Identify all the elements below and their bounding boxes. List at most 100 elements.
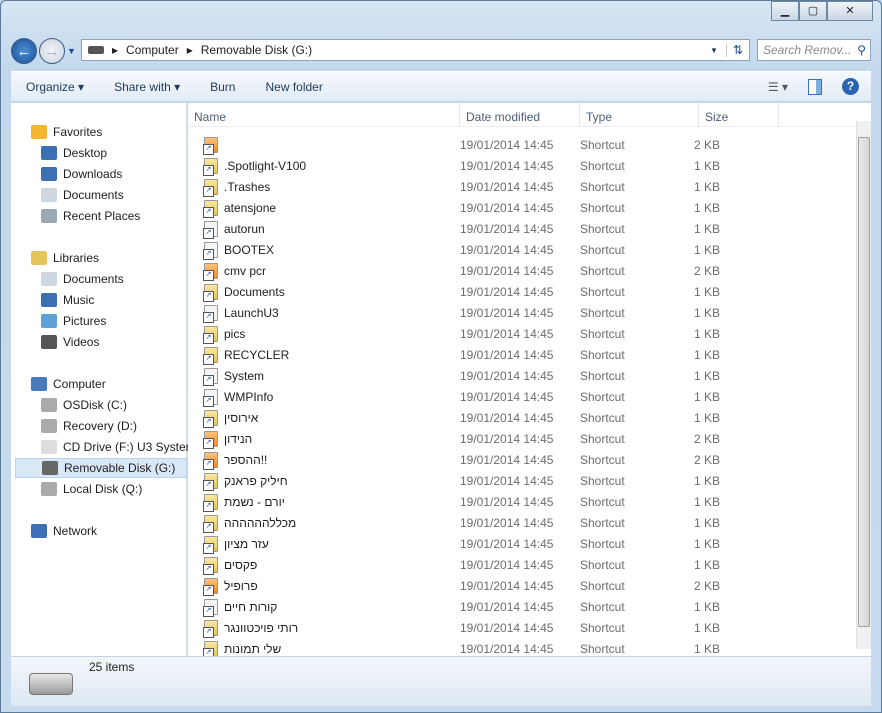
file-size: 1 KB bbox=[693, 305, 720, 320]
file-date: 19/01/2014 14:45 bbox=[460, 431, 554, 446]
change-view-icon[interactable]: ☰ ▾ bbox=[768, 80, 788, 94]
table-row[interactable]: cmv pcr19/01/2014 14:45Shortcut2 KB bbox=[188, 260, 858, 281]
table-row[interactable]: Documents19/01/2014 14:45Shortcut1 KB bbox=[188, 281, 858, 302]
search-icon[interactable]: ⚲ bbox=[857, 43, 866, 57]
column-header-date[interactable]: Date modified bbox=[460, 103, 580, 126]
table-row[interactable]: פקסים19/01/2014 14:45Shortcut1 KB bbox=[188, 554, 858, 575]
sidebar-item[interactable]: Removable Disk (G:) bbox=[15, 458, 187, 478]
sidebar-item[interactable]: Videos bbox=[41, 332, 99, 352]
table-row[interactable]: .Trashes19/01/2014 14:45Shortcut1 KB bbox=[188, 176, 858, 197]
preview-pane-icon[interactable] bbox=[808, 78, 822, 95]
table-row[interactable]: RECYCLER19/01/2014 14:45Shortcut1 KB bbox=[188, 344, 858, 365]
breadcrumb-computer[interactable]: Computer bbox=[126, 43, 179, 57]
burn-button[interactable]: Burn bbox=[195, 80, 250, 94]
column-header-type[interactable]: Type bbox=[580, 103, 699, 126]
column-header-size[interactable]: Size bbox=[699, 103, 779, 126]
sidebar-item[interactable]: Music bbox=[41, 290, 94, 310]
sidebar-item[interactable]: Computer bbox=[31, 374, 106, 394]
organize-button[interactable]: Organize ▾ bbox=[11, 80, 99, 94]
forward-button[interactable]: → bbox=[39, 38, 65, 64]
sidebar-item[interactable]: Libraries bbox=[31, 248, 99, 268]
file-size: 1 KB bbox=[693, 347, 720, 362]
help-icon[interactable]: ? bbox=[842, 78, 859, 95]
sidebar-item[interactable]: Pictures bbox=[41, 311, 106, 331]
file-name: .Trashes bbox=[224, 179, 271, 194]
table-row[interactable]: System19/01/2014 14:45Shortcut1 KB bbox=[188, 365, 858, 386]
table-row[interactable]: WMPInfo19/01/2014 14:45Shortcut1 KB bbox=[188, 386, 858, 407]
scrollbar-thumb[interactable] bbox=[858, 137, 870, 627]
sidebar-item[interactable]: Recent Places bbox=[41, 206, 140, 226]
downloads-icon bbox=[41, 167, 57, 181]
file-size: 2 KB bbox=[693, 578, 720, 593]
table-row[interactable]: .Spotlight-V10019/01/2014 14:45Shortcut1… bbox=[188, 155, 858, 176]
address-bar[interactable]: ▸ Computer ▸ Removable Disk (G:) ▼ ⇅ bbox=[81, 39, 750, 61]
table-row[interactable]: הנידון19/01/2014 14:45Shortcut2 KB bbox=[188, 428, 858, 449]
file-date: 19/01/2014 14:45 bbox=[460, 347, 554, 362]
maximize-button[interactable]: ▢ bbox=[799, 1, 827, 21]
file-date: 19/01/2014 14:45 bbox=[460, 368, 554, 383]
sidebar-item[interactable]: Local Disk (Q:) bbox=[41, 479, 142, 499]
new-folder-button[interactable]: New folder bbox=[250, 80, 337, 94]
table-row[interactable]: אירוסין19/01/2014 14:45Shortcut1 KB bbox=[188, 407, 858, 428]
sidebar-item[interactable]: Recovery (D:) bbox=[41, 416, 137, 436]
shortcut-icon bbox=[203, 199, 218, 218]
file-name: קורות חיים bbox=[224, 599, 278, 614]
search-input[interactable]: Search Remov... ⚲ bbox=[757, 39, 871, 61]
videos-icon bbox=[41, 335, 57, 349]
table-row[interactable]: pics19/01/2014 14:45Shortcut1 KB bbox=[188, 323, 858, 344]
table-row[interactable]: עזר מציון19/01/2014 14:45Shortcut1 KB bbox=[188, 533, 858, 554]
address-dropdown-icon[interactable]: ▼ bbox=[710, 46, 718, 55]
table-row[interactable]: BOOTEX19/01/2014 14:45Shortcut1 KB bbox=[188, 239, 858, 260]
file-name: ההספר!! bbox=[224, 452, 268, 467]
sidebar-item-label: Music bbox=[63, 293, 95, 307]
back-button[interactable]: ← bbox=[11, 38, 37, 64]
close-button[interactable]: ✕ bbox=[827, 1, 873, 21]
table-row[interactable]: פרופיל19/01/2014 14:45Shortcut2 KB bbox=[188, 575, 858, 596]
file-date: 19/01/2014 14:45 bbox=[460, 473, 554, 488]
file-date: 19/01/2014 14:45 bbox=[460, 410, 554, 425]
table-row[interactable]: LaunchU319/01/2014 14:45Shortcut1 KB bbox=[188, 302, 858, 323]
file-size: 2 KB bbox=[693, 431, 720, 446]
table-row[interactable]: ההספר!!19/01/2014 14:45Shortcut2 KB bbox=[188, 449, 858, 470]
column-header-name[interactable]: Name bbox=[188, 103, 460, 126]
vertical-scrollbar[interactable] bbox=[856, 121, 871, 649]
table-row[interactable]: מכללהההההה19/01/2014 14:45Shortcut1 KB bbox=[188, 512, 858, 533]
file-date: 19/01/2014 14:45 bbox=[460, 515, 554, 530]
file-size: 1 KB bbox=[693, 599, 720, 614]
sidebar-item-label: Recent Places bbox=[63, 209, 141, 223]
refresh-icon[interactable]: ⇅ bbox=[725, 43, 749, 57]
file-date: 19/01/2014 14:45 bbox=[460, 494, 554, 509]
file-name: אירוסין bbox=[224, 410, 259, 425]
table-row[interactable]: 19/01/2014 14:45Shortcut2 KB bbox=[188, 134, 858, 155]
file-size: 1 KB bbox=[693, 515, 720, 530]
breadcrumb-removable-disk[interactable]: Removable Disk (G:) bbox=[201, 43, 312, 57]
table-row[interactable]: autorun19/01/2014 14:45Shortcut1 KB bbox=[188, 218, 858, 239]
sidebar-item[interactable]: OSDisk (C:) bbox=[41, 395, 127, 415]
minimize-button[interactable]: ▁ bbox=[771, 1, 799, 21]
documents-icon bbox=[41, 188, 57, 202]
table-row[interactable]: רותי פויכטוונגר19/01/2014 14:45Shortcut1… bbox=[188, 617, 858, 638]
sidebar-item[interactable]: Documents bbox=[41, 269, 124, 289]
file-name: BOOTEX bbox=[224, 242, 275, 257]
removable-disk-icon bbox=[88, 46, 104, 54]
file-name: Documents bbox=[224, 284, 285, 299]
table-row[interactable]: atensjone19/01/2014 14:45Shortcut1 KB bbox=[188, 197, 858, 218]
table-row[interactable]: קורות חיים19/01/2014 14:45Shortcut1 KB bbox=[188, 596, 858, 617]
file-size: 1 KB bbox=[693, 368, 720, 383]
sidebar-item[interactable]: Downloads bbox=[41, 164, 122, 184]
file-name: חיליק פראנק bbox=[224, 473, 288, 488]
sidebar-item[interactable]: Desktop bbox=[41, 143, 107, 163]
sidebar-item[interactable]: Documents bbox=[41, 185, 124, 205]
table-row[interactable]: חיליק פראנק19/01/2014 14:45Shortcut1 KB bbox=[188, 470, 858, 491]
table-row[interactable]: יורם - נשמת19/01/2014 14:45Shortcut1 KB bbox=[188, 491, 858, 512]
share-with-button[interactable]: Share with ▾ bbox=[99, 80, 195, 94]
file-date: 19/01/2014 14:45 bbox=[460, 137, 554, 152]
sidebar-item[interactable]: Network bbox=[31, 521, 97, 541]
removable-disk-icon bbox=[42, 461, 58, 475]
file-date: 19/01/2014 14:45 bbox=[460, 263, 554, 278]
recent-pages-dropdown[interactable]: ▼ bbox=[67, 46, 76, 56]
chevron-right-icon: ▸ bbox=[112, 43, 119, 57]
sidebar-item[interactable]: CD Drive (F:) U3 System bbox=[41, 437, 196, 457]
file-date: 19/01/2014 14:45 bbox=[460, 326, 554, 341]
sidebar-item[interactable]: Favorites bbox=[31, 122, 102, 142]
